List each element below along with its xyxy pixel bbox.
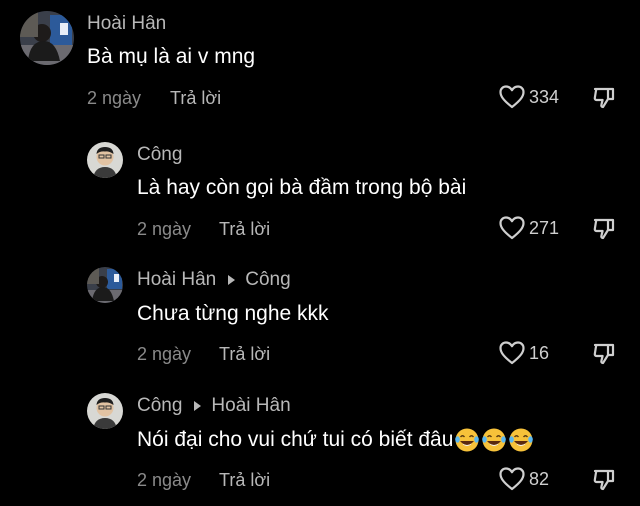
avatar[interactable] (20, 11, 74, 65)
like-count: 334 (529, 86, 560, 107)
dislike-button[interactable] (592, 342, 616, 366)
comment-username[interactable]: Hoài Hân Công (137, 269, 291, 291)
dislike-button[interactable] (592, 86, 616, 110)
dislike-button[interactable] (592, 468, 616, 492)
username-label[interactable]: Hoài Hân (87, 13, 166, 35)
comment-text-content: Là hay còn gọi bà đầm trong bộ bài (137, 176, 467, 199)
heart-icon (499, 341, 525, 365)
comment-text: Bà mụ là ai v mng (87, 45, 255, 69)
heart-icon (499, 467, 525, 491)
like-count: 271 (529, 217, 560, 238)
like-count: 16 (529, 342, 550, 363)
reply-to-label[interactable]: Công (245, 269, 290, 291)
comment-time: 2 ngày (137, 470, 192, 490)
reply-to-label[interactable]: Hoài Hân (211, 395, 290, 417)
dislike-button[interactable] (592, 217, 616, 241)
dislike-icon (592, 217, 616, 241)
reply-button[interactable]: Trả lời (219, 344, 270, 365)
comment-username[interactable]: Công Hoài Hân (137, 395, 291, 417)
reply-arrow-icon (228, 275, 236, 285)
comment-text-content: Bà mụ là ai v mng (87, 45, 256, 68)
dislike-icon (592, 342, 616, 366)
comment-text-content: Chưa từng nghe kkk (137, 302, 329, 325)
comment-username[interactable]: Hoài Hân (87, 13, 166, 35)
username-label[interactable]: Hoài Hân (137, 269, 216, 291)
avatar[interactable] (87, 393, 123, 429)
reply-button[interactable]: Trả lời (170, 88, 221, 109)
like-button[interactable]: 16 (499, 341, 549, 365)
avatar[interactable] (87, 142, 123, 178)
heart-icon (499, 216, 525, 240)
comment-time: 2 ngày (137, 219, 192, 239)
like-count: 82 (529, 468, 550, 489)
comment-text-content: Nói đại cho vui chứ tui có biết đâu (137, 428, 454, 451)
heart-icon (499, 85, 525, 109)
laughing-tears-emoji (481, 427, 507, 453)
dislike-icon (592, 468, 616, 492)
laughing-tears-emoji (508, 427, 534, 453)
laughing-tears-emoji (454, 427, 480, 453)
comment-text: Nói đại cho vui chứ tui có biết đâu (137, 427, 534, 453)
comment-time: 2 ngày (137, 344, 192, 364)
username-label[interactable]: Công (137, 144, 182, 166)
comment-text: Là hay còn gọi bà đầm trong bộ bài (137, 176, 466, 200)
like-button[interactable]: 82 (499, 467, 549, 491)
reply-button[interactable]: Trả lời (219, 470, 270, 491)
reply-button[interactable]: Trả lời (219, 219, 270, 240)
like-button[interactable]: 271 (499, 216, 559, 240)
dislike-icon (592, 86, 616, 110)
comment-username[interactable]: Công (137, 144, 182, 166)
comment-time: 2 ngày (87, 88, 142, 108)
avatar[interactable] (87, 267, 123, 303)
comment-text: Chưa từng nghe kkk (137, 302, 329, 326)
like-button[interactable]: 334 (499, 85, 559, 109)
reply-arrow-icon (194, 401, 202, 411)
username-label[interactable]: Công (137, 395, 182, 417)
